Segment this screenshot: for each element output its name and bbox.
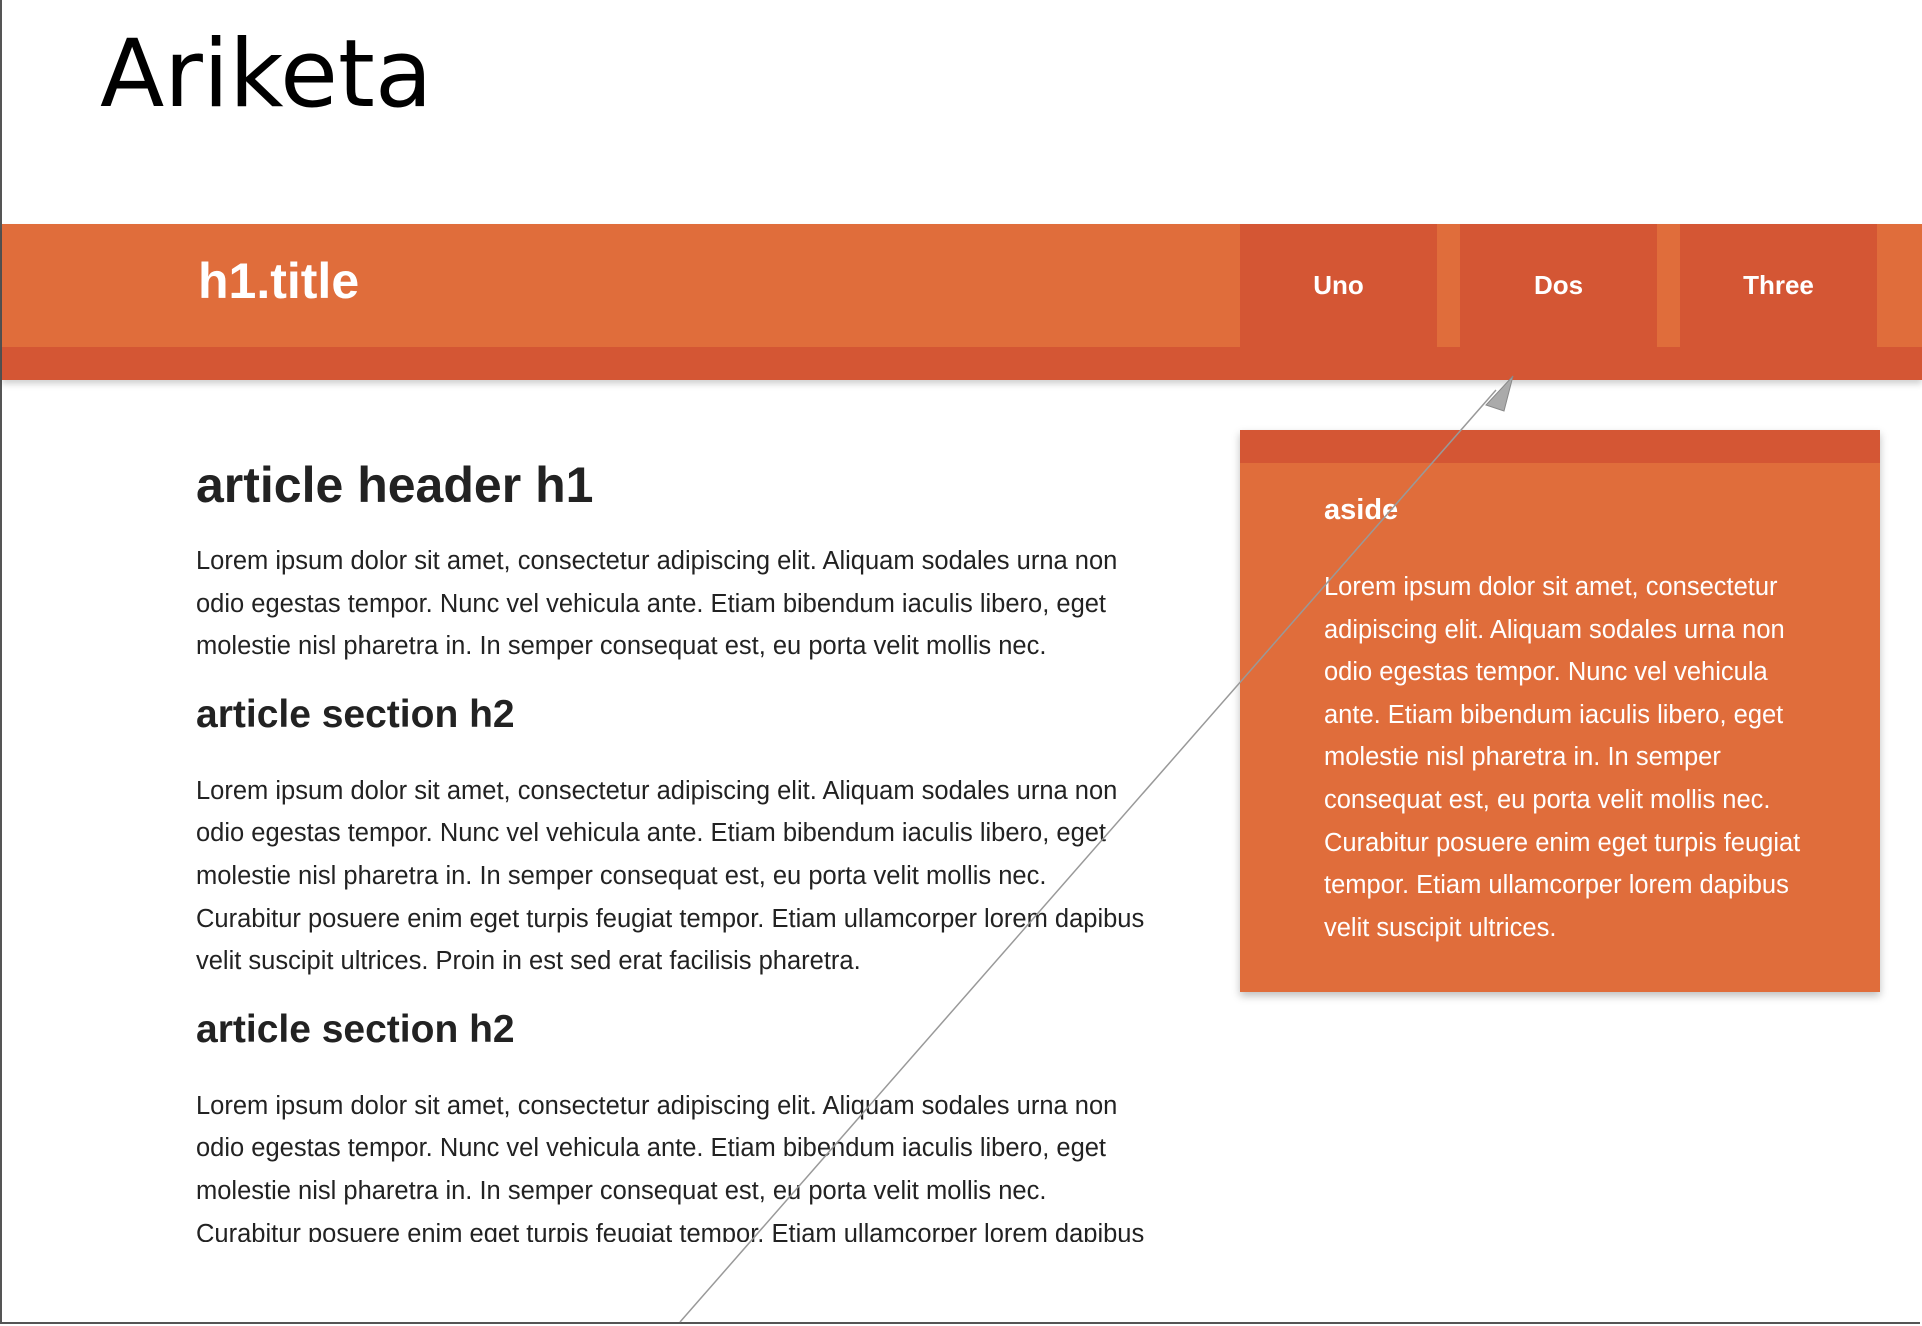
article-heading: article header h1 (196, 457, 594, 513)
section-paragraph: Lorem ipsum dolor sit amet, consectetur … (196, 1091, 1145, 1242)
aside-paragraph: Lorem ipsum dolor sit amet, consectetur … (1324, 573, 1801, 942)
section-paragraph: Lorem ipsum dolor sit amet, consectetur … (196, 776, 1145, 976)
nav-item-three[interactable]: Three (1680, 224, 1877, 347)
article: article header h1 Lorem ipsum dolor sit … (196, 452, 1156, 1242)
header-stripe (2, 347, 1922, 380)
nav-item-dos[interactable]: Dos (1460, 224, 1657, 347)
site-title: h1.title (198, 253, 360, 309)
arrow-head (1485, 375, 1514, 412)
aside-heading: aside (1324, 494, 1399, 526)
slide-title: Ariketa (100, 20, 433, 129)
section-heading: article section h2 (196, 1007, 515, 1051)
article-paragraph: Lorem ipsum dolor sit amet, consectetur … (196, 547, 1118, 661)
site-header: h1.title Uno Dos Three (2, 224, 1922, 380)
aside-stripe (1240, 430, 1880, 463)
nav-item-uno[interactable]: Uno (1240, 224, 1437, 347)
aside-box: aside Lorem ipsum dolor sit amet, consec… (1240, 430, 1880, 992)
section-heading: article section h2 (196, 692, 515, 736)
